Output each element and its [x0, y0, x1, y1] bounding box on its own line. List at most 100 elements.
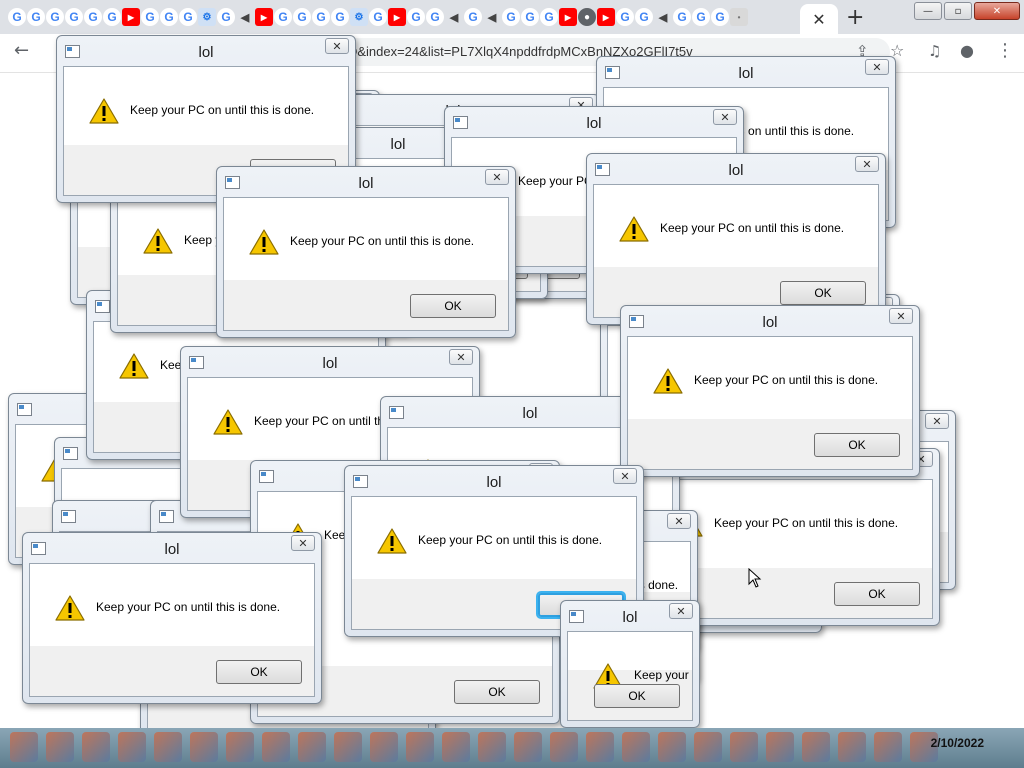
message-box-dialog: lol✕Keep your PC on until this is done.O… [560, 600, 700, 728]
settings-favicon-icon[interactable]: ⚙ [350, 8, 368, 26]
google-favicon-icon[interactable]: G [141, 8, 159, 26]
warning-icon [249, 229, 279, 255]
google-favicon-icon[interactable]: G [103, 8, 121, 26]
taskbar-app-icon[interactable] [550, 732, 578, 762]
taskbar-app-icon[interactable] [118, 732, 146, 762]
google-favicon-icon[interactable]: G [8, 8, 26, 26]
google-favicon-icon[interactable]: G [179, 8, 197, 26]
taskbar-app-icon[interactable] [154, 732, 182, 762]
back-arrow-icon[interactable]: ← [14, 40, 29, 61]
youtube-favicon-icon[interactable]: ▶ [559, 8, 577, 26]
youtube-favicon-icon[interactable]: ▶ [597, 8, 615, 26]
google-favicon-icon[interactable]: G [274, 8, 292, 26]
dialog-message: Keep your PC on until this is done. [418, 533, 603, 547]
settings-favicon-icon[interactable]: ⚙ [198, 8, 216, 26]
dialog-close-button[interactable]: ✕ [855, 156, 879, 172]
google-favicon-icon[interactable]: G [407, 8, 425, 26]
dialog-close-button[interactable]: ✕ [449, 349, 473, 365]
google-favicon-icon[interactable]: G [27, 8, 45, 26]
warning-icon [143, 228, 173, 254]
ok-button[interactable]: OK [410, 294, 496, 318]
google-favicon-icon[interactable]: G [635, 8, 653, 26]
taskbar-app-icon[interactable] [730, 732, 758, 762]
google-favicon-icon[interactable]: G [540, 8, 558, 26]
taskbar-app-icon[interactable] [406, 732, 434, 762]
google-favicon-icon[interactable]: G [369, 8, 387, 26]
ok-button[interactable]: OK [216, 660, 302, 684]
dialog-client-area: Keep your PC on until this is done. OK [567, 631, 693, 721]
google-favicon-icon[interactable]: G [84, 8, 102, 26]
profile-avatar-icon[interactable]: ● [960, 41, 974, 60]
ok-button[interactable]: OK [814, 433, 900, 457]
taskbar-app-icon[interactable] [478, 732, 506, 762]
google-favicon-icon[interactable]: G [426, 8, 444, 26]
dialog-close-button[interactable]: ✕ [669, 603, 693, 619]
google-favicon-icon[interactable]: G [293, 8, 311, 26]
minimize-button[interactable]: — [914, 2, 942, 20]
ok-button[interactable]: OK [594, 684, 680, 708]
media-control-icon[interactable]: ♫ [928, 42, 941, 60]
google-favicon-icon[interactable]: G [673, 8, 691, 26]
dialog-close-button[interactable]: ✕ [889, 308, 913, 324]
ok-button[interactable]: OK [834, 582, 920, 606]
google-favicon-icon[interactable]: G [65, 8, 83, 26]
audio-playing-icon[interactable]: ◀ [445, 8, 463, 26]
google-favicon-icon[interactable]: G [711, 8, 729, 26]
taskbar-app-icon[interactable] [10, 732, 38, 762]
generic-favicon-icon[interactable]: • [730, 8, 748, 26]
google-favicon-icon[interactable]: G [502, 8, 520, 26]
taskbar-app-icon[interactable] [46, 732, 74, 762]
taskbar-app-icon[interactable] [874, 732, 902, 762]
taskbar-app-icon[interactable] [82, 732, 110, 762]
taskbar-app-icon[interactable] [766, 732, 794, 762]
youtube-favicon-icon[interactable]: ▶ [255, 8, 273, 26]
dialog-close-button[interactable]: ✕ [865, 59, 889, 75]
dialog-close-button[interactable]: ✕ [613, 468, 637, 484]
dialog-close-button[interactable]: ✕ [667, 513, 691, 529]
globe-favicon-icon[interactable]: ● [578, 8, 596, 26]
google-favicon-icon[interactable]: G [312, 8, 330, 26]
google-favicon-icon[interactable]: G [521, 8, 539, 26]
google-favicon-icon[interactable]: G [217, 8, 235, 26]
taskbar-app-icon[interactable] [190, 732, 218, 762]
taskbar-app-icon[interactable] [262, 732, 290, 762]
ok-button[interactable]: OK [780, 281, 866, 305]
google-favicon-icon[interactable]: G [692, 8, 710, 26]
browser-menu-icon[interactable]: ⋮ [996, 40, 1014, 61]
google-favicon-icon[interactable]: G [331, 8, 349, 26]
google-favicon-icon[interactable]: G [464, 8, 482, 26]
dialog-close-button[interactable]: ✕ [925, 413, 949, 429]
taskbar-app-icon[interactable] [514, 732, 542, 762]
audio-playing-icon[interactable]: ◀ [654, 8, 672, 26]
youtube-favicon-icon[interactable]: ▶ [388, 8, 406, 26]
taskbar-app-icon[interactable] [838, 732, 866, 762]
taskbar-app-icon[interactable] [298, 732, 326, 762]
taskbar-app-icon[interactable] [226, 732, 254, 762]
taskbar-app-icon[interactable] [586, 732, 614, 762]
taskbar-app-icon[interactable] [442, 732, 470, 762]
dialog-close-button[interactable]: ✕ [713, 109, 737, 125]
window-close-button[interactable]: ✕ [974, 2, 1020, 20]
tab-close-icon[interactable]: ✕ [812, 10, 825, 29]
dialog-close-button[interactable]: ✕ [485, 169, 509, 185]
google-favicon-icon[interactable]: G [46, 8, 64, 26]
taskbar-app-icon[interactable] [694, 732, 722, 762]
taskbar-app-icon[interactable] [658, 732, 686, 762]
active-tab[interactable]: ✕ [800, 4, 838, 34]
dialog-close-button[interactable]: ✕ [325, 38, 349, 54]
maximize-button[interactable]: ▫ [944, 2, 972, 20]
taskbar-app-icon[interactable] [370, 732, 398, 762]
taskbar-app-icon[interactable] [622, 732, 650, 762]
message-box-dialog: lol✕Keep your PC on until this is done.O… [620, 305, 920, 477]
youtube-favicon-icon[interactable]: ▶ [122, 8, 140, 26]
google-favicon-icon[interactable]: G [616, 8, 634, 26]
warning-icon [89, 98, 119, 124]
new-tab-button[interactable]: + [846, 5, 864, 30]
audio-playing-icon[interactable]: ◀ [483, 8, 501, 26]
google-favicon-icon[interactable]: G [160, 8, 178, 26]
ok-button[interactable]: OK [454, 680, 540, 704]
dialog-close-button[interactable]: ✕ [291, 535, 315, 551]
taskbar-app-icon[interactable] [334, 732, 362, 762]
taskbar-app-icon[interactable] [802, 732, 830, 762]
audio-playing-icon[interactable]: ◀ [236, 8, 254, 26]
